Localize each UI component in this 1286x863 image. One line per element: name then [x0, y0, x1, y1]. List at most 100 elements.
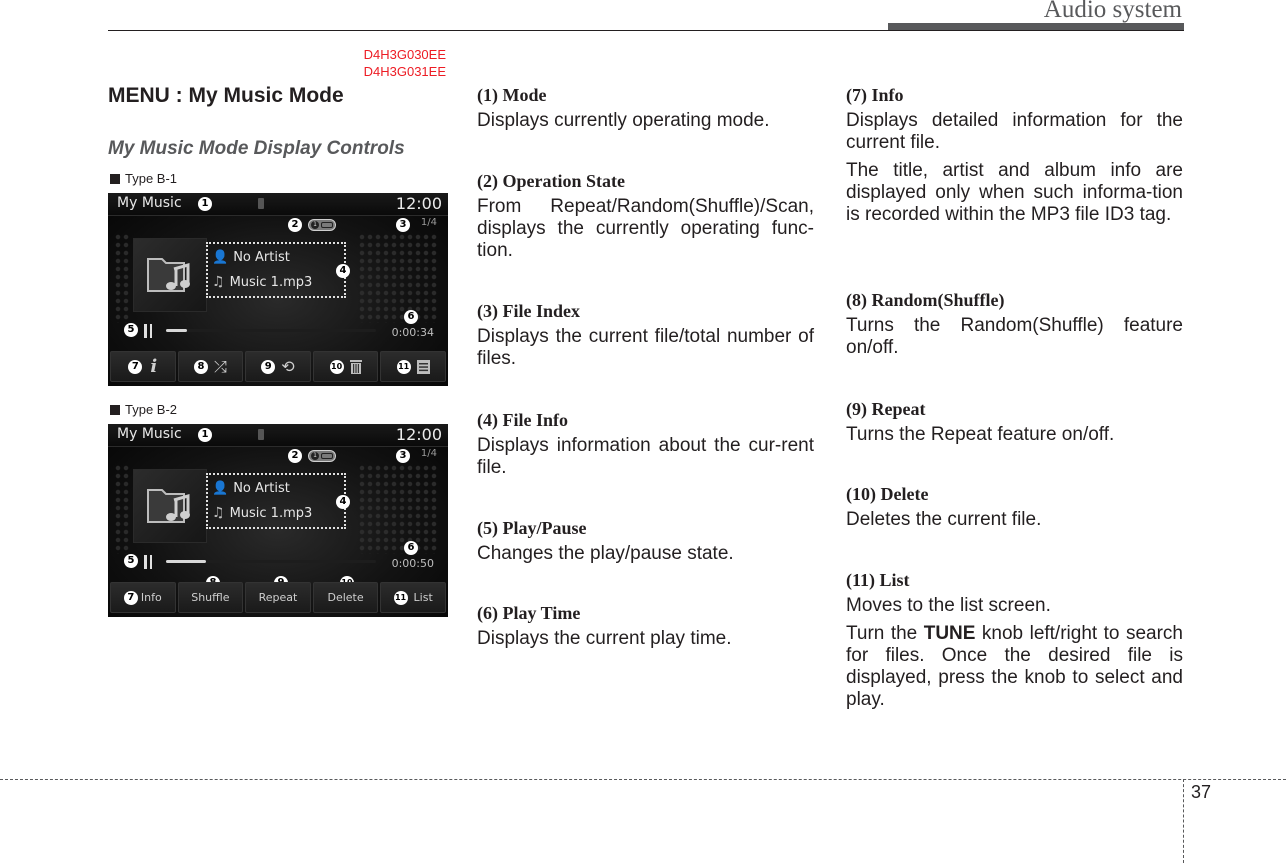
description-mode: (1) Mode Displays currently operating mo…: [477, 84, 814, 132]
file-info-box: 👤 No Artist ♫ Music 1.mp3: [206, 242, 346, 298]
shuffle-button[interactable]: 8 ⤮: [177, 351, 244, 382]
usb-icon: [258, 429, 264, 440]
page-subtitle: My Music Mode Display Controls: [108, 138, 405, 159]
operation-state-badge: 1: [308, 450, 336, 462]
repeat-icon: [321, 453, 333, 459]
play-time: 0:00:50: [391, 557, 434, 570]
speaker-dots-decoration: [358, 464, 438, 554]
description-text: Deletes the current file.: [846, 509, 1042, 530]
repeat-icon: [321, 222, 333, 228]
callout-11: 11: [393, 590, 408, 605]
callout-1: 1: [198, 428, 212, 442]
square-bullet-icon: [110, 173, 120, 184]
repeat-button[interactable]: 9 ⟲: [245, 351, 311, 382]
callout-11: 11: [396, 359, 411, 374]
shuffle-button[interactable]: Shuffle: [177, 582, 244, 613]
speaker-dots-decoration: [114, 233, 130, 323]
header-rule: [108, 30, 1184, 31]
type-label: Type B-1: [110, 171, 177, 186]
callout-4: 4: [336, 264, 350, 278]
folder-music-icon: [147, 489, 190, 523]
screen-type-b1: My Music 1 12:00 2 1 3 1/4 👤 No Artist ♫…: [108, 193, 448, 386]
description-text: The title, artist and album info are dis…: [846, 160, 1183, 225]
pause-icon: [149, 324, 152, 338]
list-button[interactable]: 11: [380, 351, 446, 382]
description-play-time: (6) Play Time Displays the current play …: [477, 602, 814, 650]
song-name: Music 1.mp3: [229, 274, 313, 290]
person-icon: 👤: [212, 250, 229, 265]
delete-button[interactable]: Delete: [312, 582, 379, 613]
section-title: Audio system: [1043, 0, 1182, 23]
callout-3: 3: [396, 218, 410, 232]
control-button-row: 7 Info Shuffle Repeat Delete 11 List: [110, 582, 446, 613]
shuffle-button-label: Shuffle: [191, 591, 230, 604]
artist-name: No Artist: [233, 250, 290, 265]
song-name: Music 1.mp3: [229, 505, 313, 521]
control-button-row: 7 i 8 ⤮ 9 ⟲ 10 11: [110, 351, 446, 382]
description-text: Changes the play/pause state.: [477, 543, 734, 564]
callout-8: 8: [193, 359, 208, 374]
description-list: (11) List Moves to the list screen. Turn…: [846, 569, 1183, 711]
callout-2: 2: [288, 449, 302, 463]
pause-icon: [149, 555, 152, 569]
repeat-button[interactable]: Repeat: [245, 582, 311, 613]
callout-3: 3: [396, 449, 410, 463]
song-row: ♫ Music 1.mp3: [212, 505, 312, 521]
type-label-text: Type B-1: [125, 171, 178, 186]
page-number: 37: [1191, 782, 1212, 802]
clock: 12:00: [395, 425, 442, 444]
mode-label: My Music: [117, 195, 182, 211]
music-note-icon: ♫: [212, 274, 225, 290]
progress-track[interactable]: [166, 329, 376, 332]
callout-1: 1: [198, 197, 212, 211]
usb-icon: [258, 198, 264, 209]
callout-7: 7: [123, 590, 138, 605]
description-text: Displays the current file/total number o…: [477, 326, 814, 369]
square-bullet-icon: [110, 404, 120, 415]
progress-track[interactable]: [166, 560, 376, 563]
footer-rule: [0, 779, 1286, 780]
progress-fill: [166, 329, 187, 332]
description-text: Moves to the list screen.: [846, 595, 1051, 616]
info-icon: i: [150, 356, 158, 377]
list-icon: [416, 359, 430, 374]
list-button-label: List: [413, 591, 433, 604]
description-heading: (4) File Info: [477, 410, 568, 430]
album-art: [133, 238, 207, 312]
callout-5: 5: [124, 323, 138, 337]
callout-10: 10: [329, 359, 344, 374]
repeat-one-icon: 1: [311, 452, 319, 460]
repeat-one-icon: 1: [311, 221, 319, 229]
description-heading: (9) Repeat: [846, 399, 926, 419]
info-button[interactable]: 7 i: [110, 351, 176, 382]
doc-code: D4H3G031EE: [363, 64, 446, 79]
speaker-dots-decoration: [358, 233, 438, 323]
description-heading: (5) Play/Pause: [477, 518, 587, 538]
pause-icon: [144, 324, 147, 338]
callout-9: 9: [261, 359, 276, 374]
info-button-label: Info: [140, 591, 162, 604]
delete-button[interactable]: 10: [312, 351, 379, 382]
description-info: (7) Info Displays detailed information f…: [846, 84, 1183, 226]
repeat-button-label: Repeat: [258, 591, 298, 604]
callout-4: 4: [336, 495, 350, 509]
description-text: Displays currently operating mode.: [477, 110, 770, 131]
description-play-pause: (5) Play/Pause Changes the play/pause st…: [477, 517, 814, 565]
play-pause-button[interactable]: [144, 555, 154, 569]
album-art: [133, 469, 207, 543]
shuffle-icon: ⤮: [213, 356, 227, 376]
description-operation-state: (2) Operation State From Repeat/Random(S…: [477, 170, 814, 262]
repeat-icon: ⟲: [281, 357, 295, 376]
mode-label: My Music: [117, 426, 182, 442]
play-pause-button[interactable]: [144, 324, 154, 338]
description-text: Turns the Repeat feature on/off.: [846, 424, 1115, 445]
callout-6: 6: [404, 541, 418, 555]
file-index: 1/4: [420, 217, 437, 228]
description-delete: (10) Delete Deletes the current file.: [846, 483, 1183, 531]
callout-5: 5: [124, 554, 138, 568]
description-heading: (8) Random(Shuffle): [846, 290, 1005, 310]
info-button[interactable]: 7 Info: [110, 582, 176, 613]
description-heading: (2) Operation State: [477, 171, 625, 191]
type-label-text: Type B-2: [125, 402, 178, 417]
list-button[interactable]: 11 List: [380, 582, 446, 613]
